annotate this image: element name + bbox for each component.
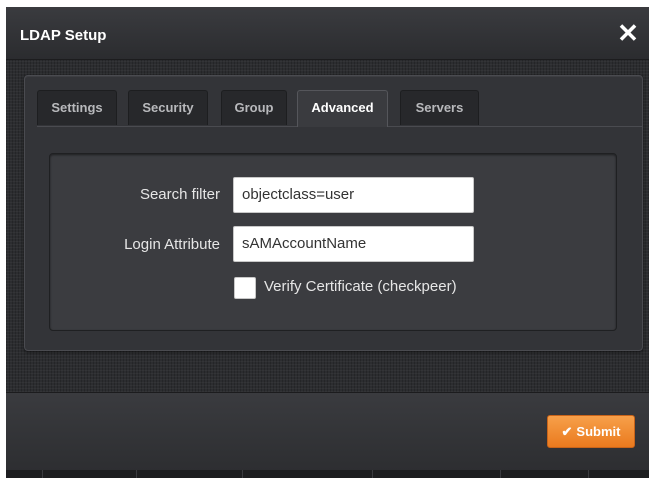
- tab-settings[interactable]: Settings: [37, 90, 117, 125]
- ldap-setup-dialog: LDAP Setup ✕ Settings Security Group Adv…: [6, 7, 649, 471]
- tab-security[interactable]: Security: [128, 90, 208, 125]
- advanced-form: Search filter Login Attribute Verify Cer…: [49, 153, 617, 331]
- dialog-body: Settings Security Group Advanced Servers…: [6, 60, 649, 392]
- search-filter-label: Search filter: [139, 186, 220, 203]
- verify-certificate-checkbox[interactable]: [234, 277, 256, 299]
- login-attribute-input[interactable]: [233, 226, 474, 262]
- tab-group[interactable]: Group: [221, 90, 287, 125]
- checkmark-icon: ✔: [561, 424, 573, 439]
- dialog-title: LDAP Setup: [20, 27, 107, 44]
- login-attribute-label: Login Attribute: [124, 236, 220, 253]
- dialog-titlebar: LDAP Setup ✕: [6, 7, 649, 60]
- submit-label: Submit: [576, 424, 621, 439]
- tab-servers[interactable]: Servers: [400, 90, 479, 125]
- verify-certificate-label: Verify Certificate (checkpeer): [264, 278, 457, 295]
- tab-bar: Settings Security Group Advanced Servers: [37, 90, 642, 127]
- background-strip: [6, 470, 649, 478]
- dialog-footer: ✔ Submit: [6, 392, 649, 471]
- close-icon[interactable]: ✕: [615, 20, 641, 46]
- search-filter-input[interactable]: [233, 177, 474, 213]
- submit-button[interactable]: ✔ Submit: [547, 415, 635, 448]
- tab-panel: Settings Security Group Advanced Servers…: [24, 75, 643, 351]
- tab-advanced[interactable]: Advanced: [297, 90, 388, 127]
